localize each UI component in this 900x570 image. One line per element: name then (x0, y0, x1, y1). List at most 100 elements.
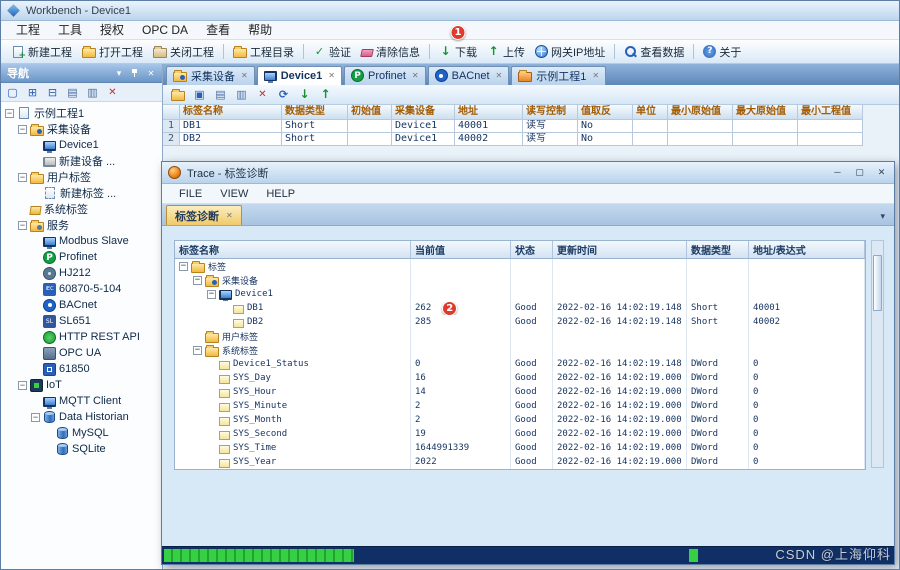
paste-button[interactable] (235, 88, 248, 101)
sidebar-item-60870-5-104[interactable]: 60870-5-104 (1, 281, 162, 297)
tab-profinet[interactable]: Profinet (344, 66, 426, 85)
close-tab-icon[interactable] (592, 71, 599, 80)
sidebar-item-sl651[interactable]: SL651 (1, 313, 162, 329)
trace-row-device1-status[interactable]: Device1_Status 0 Good 2022-02-16 14:02:19.1… (175, 357, 865, 371)
expand-tree-button[interactable] (46, 86, 59, 99)
close-icon[interactable] (146, 68, 156, 78)
sidebar-item-iot[interactable]: IoT (1, 377, 162, 393)
minimize-icon[interactable] (831, 167, 844, 178)
trace-row-sys-day[interactable]: SYS_Day 16 Good 2022-02-16 14:02:19.000 DWor… (175, 371, 865, 385)
new-project-button[interactable]: 新建工程 (7, 42, 76, 62)
validate-button[interactable]: 验证 (309, 42, 355, 62)
sidebar-item-modbus-slave[interactable]: Modbus Slave (1, 233, 162, 249)
arrow-up-button[interactable] (319, 88, 332, 101)
menu-item-item-4[interactable]: 查看 (197, 21, 239, 40)
close-icon[interactable] (875, 167, 888, 178)
sidebar-item-sqlite[interactable]: SQLite (1, 441, 162, 457)
copy-button[interactable] (66, 86, 79, 99)
tab-item-0[interactable]: 采集设备 (166, 66, 255, 85)
menu-item-opc-da[interactable]: OPC DA (133, 21, 197, 40)
open-project-button[interactable]: 打开工程 (78, 42, 147, 62)
copy-button[interactable] (214, 88, 227, 101)
chevron-down-icon[interactable] (875, 211, 890, 225)
sidebar-item-1[interactable]: 示例工程1 (1, 105, 162, 121)
about-button[interactable]: 关于 (699, 42, 745, 62)
new-folder-button[interactable] (26, 86, 39, 99)
menu-item-item-5[interactable]: 帮助 (239, 21, 281, 40)
chevron-down-icon[interactable] (114, 68, 124, 79)
sidebar-item-bacnet[interactable]: BACnet (1, 297, 162, 313)
close-tab-icon[interactable] (241, 71, 248, 80)
tree-expander[interactable] (193, 275, 202, 285)
tree-expander[interactable] (207, 289, 216, 299)
sidebar-item-item-7[interactable]: 服务 (1, 217, 162, 233)
trace-row-sys-hour[interactable]: SYS_Hour 14 Good 2022-02-16 14:02:19.000 DWo… (175, 385, 865, 399)
trace-row-db1[interactable]: DB1 262 2 Good 2022-02-16 14:02:19.148 Short 4… (175, 301, 865, 315)
project-directory-button[interactable]: 工程目录 (229, 42, 298, 62)
folder-button[interactable] (171, 88, 185, 101)
tree-expander[interactable] (18, 124, 27, 134)
tree-expander[interactable] (18, 172, 27, 182)
sidebar-item-item-4[interactable]: 用户标签 (1, 169, 162, 185)
close-tab-icon[interactable] (328, 71, 335, 80)
table-row-db1[interactable]: 1 DB1 Short Device1 40001 读写 No (163, 120, 899, 133)
tab-1[interactable]: 示例工程1 (511, 66, 607, 85)
sidebar-item-mqtt-client[interactable]: MQTT Client (1, 393, 162, 409)
tree-expander[interactable] (193, 345, 202, 355)
tree-expander[interactable] (18, 380, 27, 390)
refresh-button[interactable] (277, 88, 290, 101)
sidebar-item-item-6[interactable]: 系统标签 (1, 201, 162, 217)
sidebar-item-opc-ua[interactable]: OPC UA (1, 345, 162, 361)
trace-row-device1[interactable]: Device1 (175, 287, 865, 301)
scrollbar-thumb[interactable] (873, 255, 882, 311)
vertical-scrollbar[interactable] (871, 240, 884, 468)
trace-row-sys-year[interactable]: SYS_Year 2022 Good 2022-02-16 14:02:19.000 D… (175, 455, 865, 469)
arrow-down-button[interactable] (298, 88, 311, 101)
trace-menu-help[interactable]: HELP (257, 188, 304, 200)
clear-info-button[interactable]: 清除信息 (357, 42, 424, 62)
trace-row-item-6[interactable]: 系统标签 (175, 343, 865, 357)
trace-menu-view[interactable]: VIEW (211, 188, 257, 200)
sidebar-item-item-5[interactable]: 新建标签 ... (1, 185, 162, 201)
close-tab-icon[interactable] (496, 71, 503, 80)
delete-button[interactable] (256, 88, 269, 101)
new-item-button[interactable] (6, 86, 19, 99)
trace-row-sys-minute[interactable]: SYS_Minute 2 Good 2022-02-16 14:02:19.000 DW… (175, 399, 865, 413)
trace-row-sys-time[interactable]: SYS_Time 1644991339 Good 2022-02-16 14:02:1… (175, 441, 865, 455)
sidebar-item-61850[interactable]: 61850 (1, 361, 162, 377)
close-tab-icon[interactable] (226, 211, 233, 220)
trace-row-sys-month[interactable]: SYS_Month 2 Good 2022-02-16 14:02:19.000 DWo… (175, 413, 865, 427)
delete-button[interactable] (106, 86, 119, 99)
menu-item-item-0[interactable]: 工程 (7, 21, 49, 40)
save-button[interactable] (193, 88, 206, 101)
sidebar-item-mysql[interactable]: MySQL (1, 425, 162, 441)
paste-button[interactable] (86, 86, 99, 99)
maximize-icon[interactable] (853, 167, 866, 178)
upload-button[interactable]: 上传 (483, 42, 529, 62)
tree-expander[interactable] (18, 220, 27, 230)
tab-tag-diagnostics[interactable]: 标签诊断 (166, 205, 242, 225)
trace-menu-file[interactable]: FILE (170, 188, 211, 200)
close-tab-icon[interactable] (412, 71, 419, 80)
trace-row-db2[interactable]: DB2 285 Good 2022-02-16 14:02:19.148 Short 40… (175, 315, 865, 329)
trace-row-item-1[interactable]: 采集设备 (175, 273, 865, 287)
sidebar-item-item-1[interactable]: 采集设备 (1, 121, 162, 137)
trace-row-sys-second[interactable]: SYS_Second 19 Good 2022-02-16 14:02:19.000 D… (175, 427, 865, 441)
sidebar-item-http-rest-api[interactable]: HTTP REST API (1, 329, 162, 345)
menu-item-item-2[interactable]: 授权 (91, 21, 133, 40)
tab-device1[interactable]: Device1 (256, 66, 342, 85)
trace-row-item-0[interactable]: 标签 (175, 259, 865, 273)
sidebar-item-item-3[interactable]: 新建设备 ... (1, 153, 162, 169)
trace-row-item-5[interactable]: 用户标签 (175, 329, 865, 343)
tree-expander[interactable] (31, 412, 40, 422)
table-row-db2[interactable]: 2 DB2 Short Device1 40002 读写 No (163, 133, 899, 146)
pin-icon[interactable] (131, 68, 139, 79)
sidebar-item-data-historian[interactable]: Data Historian (1, 409, 162, 425)
sidebar-item-device1[interactable]: Device1 (1, 137, 162, 153)
sidebar-item-profinet[interactable]: Profinet (1, 249, 162, 265)
tab-bacnet[interactable]: BACnet (427, 66, 510, 85)
view-data-button[interactable]: 查看数据 (620, 42, 688, 62)
sidebar-item-hj212[interactable]: HJ212 (1, 265, 162, 281)
tree-expander[interactable] (5, 108, 14, 118)
tree-expander[interactable] (179, 261, 188, 271)
